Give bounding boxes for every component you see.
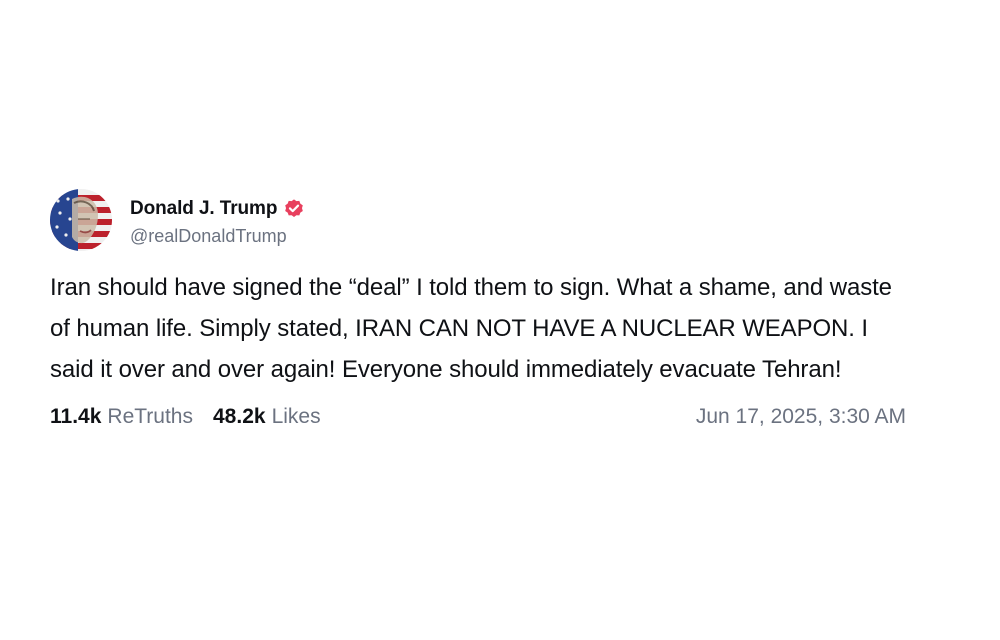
avatar[interactable]: [50, 189, 112, 251]
author-handle[interactable]: @realDonaldTrump: [130, 226, 305, 247]
avatar-image: [50, 189, 112, 251]
retruths-stat[interactable]: 11.4k ReTruths: [50, 405, 193, 429]
retruths-count: 11.4k: [50, 405, 102, 428]
post-timestamp[interactable]: Jun 17, 2025, 3:30 AM: [696, 405, 906, 429]
likes-count: 48.2k: [213, 405, 266, 428]
author-identity: Donald J. Trump @realDonaldTrump: [130, 194, 305, 247]
retruths-label: ReTruths: [107, 405, 193, 428]
likes-stat[interactable]: 48.2k Likes: [213, 405, 321, 429]
author-display-name[interactable]: Donald J. Trump: [130, 198, 277, 220]
post-text: Iran should have signed the “deal” I tol…: [50, 274, 892, 383]
truth-post: Donald J. Trump @realDonaldTrump Iran sh…: [50, 188, 920, 433]
author-name-row: Donald J. Trump: [130, 194, 305, 224]
post-meta: 11.4k ReTruths 48.2k Likes Jun 17, 2025,…: [50, 401, 920, 433]
likes-label: Likes: [271, 405, 321, 428]
verified-badge-icon: [283, 198, 305, 220]
post-header: Donald J. Trump @realDonaldTrump: [50, 188, 920, 252]
